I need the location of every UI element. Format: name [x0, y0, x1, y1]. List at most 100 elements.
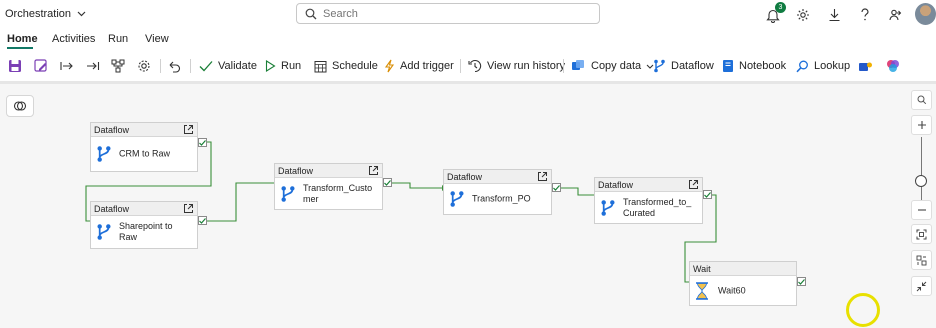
people-share-icon: [889, 9, 902, 21]
on-success-handle[interactable]: [198, 138, 207, 147]
open-external-icon[interactable]: [368, 165, 379, 176]
schedule-button[interactable]: Schedule: [314, 57, 378, 75]
download-button[interactable]: [824, 5, 844, 25]
open-external-icon[interactable]: [183, 203, 194, 214]
plus-icon: [917, 121, 926, 129]
save-button[interactable]: [8, 57, 22, 75]
zoom-in-button[interactable]: [911, 115, 932, 135]
node-header: Dataflow: [444, 170, 551, 184]
search-input[interactable]: [323, 7, 583, 20]
validate-label: Validate: [218, 60, 257, 72]
canvas-search-button[interactable]: [911, 90, 932, 110]
dataflow-icon: [654, 59, 665, 73]
undo-icon: [169, 61, 181, 73]
add-trigger-button[interactable]: Add trigger: [384, 57, 454, 75]
node-type-label: Dataflow: [94, 204, 130, 214]
copy-data-button[interactable]: Copy data: [571, 57, 654, 75]
node-type-label: Dataflow: [94, 125, 130, 135]
dataflow-icon: [601, 199, 615, 216]
checkmark-icon: [199, 217, 206, 224]
workspace-title-dropdown[interactable]: Orchestration: [5, 8, 86, 20]
zoom-slider-thumb[interactable]: [915, 175, 927, 187]
help-button[interactable]: [855, 5, 875, 25]
move-to-end-button[interactable]: [86, 57, 100, 75]
tab-activities[interactable]: Activities: [52, 33, 95, 45]
dataflow-icon: [450, 191, 464, 207]
node-header: Dataflow: [91, 202, 197, 216]
layout-icon: [111, 59, 125, 73]
fit-screen-icon: [916, 229, 927, 239]
align-icon: [916, 255, 927, 265]
auto-layout-button[interactable]: [111, 57, 125, 75]
activity-node-crm-to-raw[interactable]: Dataflow CRM to Raw: [90, 122, 198, 172]
activity-node-wait60[interactable]: Wait Wait60: [689, 261, 797, 306]
activity-node-transform-customer[interactable]: Dataflow Transform_Customer: [274, 163, 383, 210]
node-name: CRM to Raw: [119, 148, 171, 159]
copilot-button[interactable]: [886, 57, 900, 75]
collapse-icon: [916, 281, 927, 291]
tab-view[interactable]: View: [145, 33, 169, 45]
avatar[interactable]: [915, 3, 936, 25]
collapse-button[interactable]: [911, 276, 932, 296]
run-button[interactable]: Run: [265, 57, 301, 75]
open-external-icon[interactable]: [688, 179, 699, 190]
on-success-handle[interactable]: [797, 277, 806, 286]
node-name: Sharepoint to Raw: [119, 221, 173, 242]
settings-button[interactable]: [793, 5, 813, 25]
search-box[interactable]: [296, 3, 600, 24]
toolbar-divider: [563, 59, 564, 73]
lookup-icon: [796, 60, 808, 72]
on-success-handle[interactable]: [552, 183, 561, 192]
notification-count-badge: 3: [775, 2, 786, 13]
notifications-button[interactable]: 3: [763, 2, 786, 25]
checkmark-icon: [553, 184, 560, 191]
copy-data-label: Copy data: [591, 60, 642, 72]
node-type-label: Dataflow: [598, 180, 634, 190]
minus-icon: [917, 209, 926, 211]
add-trigger-label: Add trigger: [400, 60, 454, 72]
gear-icon: [797, 9, 809, 21]
activity-node-transform-po[interactable]: Dataflow Transform_PO: [443, 169, 552, 215]
on-success-handle[interactable]: [198, 216, 207, 225]
open-external-icon[interactable]: [537, 171, 548, 182]
tab-run[interactable]: Run: [108, 33, 128, 45]
undo-button[interactable]: [168, 57, 181, 75]
notebook-button[interactable]: Notebook: [722, 57, 786, 75]
node-name: Transformed_to_Curated: [623, 196, 692, 218]
dataflow-icon: [281, 185, 295, 202]
checkmark-icon: [384, 179, 391, 186]
on-success-handle[interactable]: [383, 178, 392, 187]
dataflow-button[interactable]: Dataflow: [653, 57, 714, 75]
view-run-history-button[interactable]: View run history: [468, 57, 565, 75]
notebook-icon: [723, 60, 733, 72]
move-right-button[interactable]: [60, 57, 74, 75]
lightning-icon: [384, 59, 395, 73]
zoom-out-button[interactable]: [911, 200, 932, 220]
help-icon: [861, 8, 869, 21]
dataflow-label: Dataflow: [671, 60, 714, 72]
validate-button[interactable]: Validate: [199, 57, 257, 75]
activity-node-sharepoint-to-raw[interactable]: Dataflow Sharepoint to Raw: [90, 201, 198, 249]
share-button[interactable]: [886, 5, 906, 25]
activity-node-transformed-to-curated[interactable]: Dataflow Transformed_to_Curated: [594, 177, 703, 224]
teams-button[interactable]: [858, 57, 873, 75]
tab-home[interactable]: Home: [7, 33, 38, 45]
toolbar-divider: [160, 59, 161, 73]
notebook-label: Notebook: [739, 60, 787, 72]
settings-toolbar-button[interactable]: [137, 57, 151, 75]
copilot-canvas-button[interactable]: [6, 95, 34, 117]
on-success-handle[interactable]: [703, 190, 712, 199]
canvas-zoom-rail: [909, 90, 934, 300]
zoom-slider-track[interactable]: [921, 137, 922, 204]
chevron-down-icon: [77, 11, 86, 17]
ribbon-toolbar: Validate Run Schedule Add trigger View r…: [0, 52, 936, 80]
node-header: Dataflow: [275, 164, 382, 178]
auto-align-button[interactable]: [911, 250, 932, 270]
gear-icon: [138, 60, 150, 72]
fit-to-screen-button[interactable]: [911, 224, 932, 244]
lookup-button[interactable]: Lookup: [796, 57, 850, 75]
copy-data-icon: [572, 60, 584, 70]
save-as-button[interactable]: [34, 57, 48, 75]
node-type-label: Dataflow: [278, 166, 314, 176]
open-external-icon[interactable]: [183, 124, 194, 135]
